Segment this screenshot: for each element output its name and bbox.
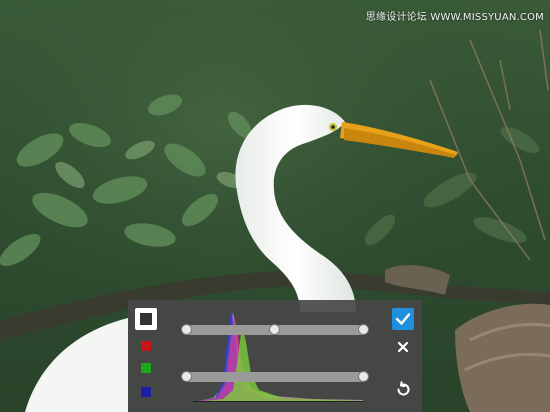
channel-blue-button[interactable] (136, 382, 156, 402)
input-gamma-handle[interactable] (269, 324, 280, 335)
histogram (193, 308, 363, 402)
levels-panel (128, 300, 422, 412)
output-black-handle[interactable] (181, 371, 192, 382)
reset-button[interactable] (392, 378, 414, 400)
red-channel-swatch (141, 341, 151, 351)
channel-green-button[interactable] (136, 358, 156, 378)
checkmark-icon (395, 313, 411, 325)
blue-channel-swatch (141, 387, 151, 397)
channel-rgb-button[interactable] (135, 308, 157, 330)
histogram-green (193, 326, 363, 402)
input-white-handle[interactable] (358, 324, 369, 335)
output-white-handle[interactable] (358, 371, 369, 382)
cancel-button[interactable] (392, 336, 414, 358)
output-levels-slider[interactable] (186, 372, 364, 382)
reset-icon (397, 381, 410, 396)
rgb-channel-icon (140, 313, 152, 325)
histogram-blue (193, 308, 363, 402)
confirm-button[interactable] (392, 308, 414, 330)
close-icon (397, 341, 409, 353)
channel-red-button[interactable] (136, 336, 156, 356)
green-channel-swatch (141, 363, 151, 373)
input-black-handle[interactable] (181, 324, 192, 335)
watermark-text: 思缘设计论坛 WWW.MISSYUAN.COM (365, 12, 544, 23)
